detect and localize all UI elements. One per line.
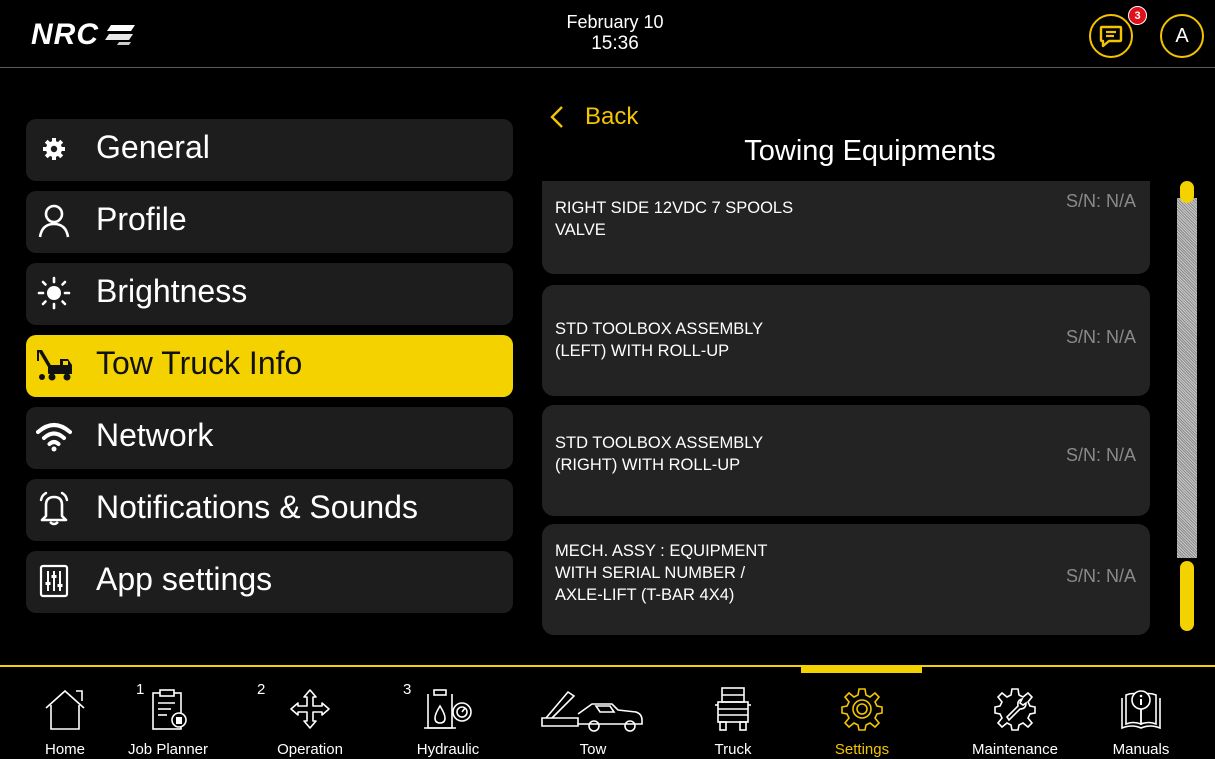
messages-badge: 3 (1128, 6, 1147, 25)
scrollbar-track[interactable] (1177, 198, 1197, 558)
manuals-icon (1113, 684, 1169, 734)
scrollbar-top-cap[interactable] (1180, 181, 1194, 203)
nav-shortcut-number: 2 (257, 681, 266, 698)
serial-number: S/N: N/A (1065, 445, 1136, 465)
back-button[interactable]: Back (547, 102, 638, 132)
maintenance-icon (987, 684, 1043, 734)
move-arrows-icon (282, 684, 338, 734)
logo-mark-icon (105, 25, 135, 45)
current-date: February 10 (566, 12, 664, 32)
nav-label: Maintenance (972, 741, 1058, 758)
menu-item-profile[interactable]: Profile (26, 191, 513, 253)
nav-label: Home (44, 741, 85, 758)
menu-item-label: Network (96, 417, 214, 453)
equipment-name-line: (LEFT) WITH ROLL-UP (555, 342, 730, 360)
nav-hydraulic[interactable]: 3 Hydraulic (398, 667, 498, 759)
back-label: Back (585, 103, 639, 130)
menu-item-app-settings[interactable]: App settings (26, 551, 513, 613)
page-title: Towing Equipments (744, 135, 996, 167)
person-icon (32, 199, 76, 243)
menu-item-label: Tow Truck Info (96, 345, 303, 381)
equipment-name-line: VALVE (555, 221, 606, 239)
equipment-name-line: RIGHT SIDE 12VDC 7 SPOOLS (555, 199, 794, 217)
nav-label: Truck (714, 741, 752, 758)
menu-item-label: Profile (96, 201, 187, 237)
messages-button[interactable] (1089, 14, 1133, 58)
menu-item-network[interactable]: Network (26, 407, 513, 469)
equipment-name-line: WITH SERIAL NUMBER / (555, 564, 746, 582)
nav-job-planner[interactable]: 1 Job Planner (126, 667, 210, 759)
nrc-logo: NRC (31, 18, 137, 51)
serial-number: S/N: N/A (1065, 327, 1136, 347)
date-time: February 10 15:36 (560, 11, 670, 55)
bottom-nav: Home 1 Job Planner 2 Operation 3 Hydraul… (0, 667, 1215, 759)
nav-settings[interactable]: Settings (822, 667, 902, 759)
nav-shortcut-number: 3 (403, 681, 412, 698)
list-item[interactable]: STD TOOLBOX ASSEMBLY (RIGHT) WITH ROLL-U… (542, 405, 1150, 516)
hydraulic-icon (420, 684, 476, 734)
nav-label: Hydraulic (416, 741, 480, 758)
sliders-icon (32, 559, 76, 603)
avatar[interactable]: A (1160, 14, 1204, 58)
chevron-left-icon (550, 106, 563, 128)
equipment-name-line: AXLE-LIFT (T-BAR 4X4) (555, 586, 735, 604)
home-icon (37, 684, 93, 734)
tow-truck-icon (32, 343, 76, 387)
job-planner-icon (140, 684, 196, 734)
tow-icon (538, 684, 648, 734)
menu-item-notifications-sounds[interactable]: Notifications & Sounds (26, 479, 513, 541)
list-item[interactable]: STD TOOLBOX ASSEMBLY (LEFT) WITH ROLL-UP… (542, 285, 1150, 396)
nav-label: Settings (834, 741, 890, 758)
nav-label: Job Planner (127, 741, 209, 758)
nav-label: Manuals (1112, 741, 1170, 758)
equipment-name-line: STD TOOLBOX ASSEMBLY (555, 434, 764, 452)
nav-label: Tow (579, 741, 607, 758)
chat-icon (1099, 25, 1123, 48)
logo-text: NRC (31, 18, 99, 51)
menu-item-label: Brightness (96, 273, 248, 309)
nav-maintenance[interactable]: Maintenance (965, 667, 1065, 759)
nav-label: Operation (277, 741, 343, 758)
scrollbar-thumb[interactable] (1180, 561, 1194, 631)
nav-home[interactable]: Home (30, 667, 100, 759)
list-item[interactable]: MECH. ASSY : EQUIPMENT WITH SERIAL NUMBE… (542, 524, 1150, 635)
menu-item-label: App settings (96, 561, 273, 597)
nav-manuals[interactable]: Manuals (1106, 667, 1176, 759)
equipment-name-line: (RIGHT) WITH ROLL-UP (555, 456, 741, 474)
equipment-name-line: STD TOOLBOX ASSEMBLY (555, 320, 764, 338)
settings-gear-icon (834, 684, 890, 734)
nav-truck[interactable]: Truck (703, 667, 763, 759)
serial-number: S/N: N/A (1065, 566, 1136, 586)
menu-item-label: General (96, 129, 210, 165)
nav-tow[interactable]: Tow (538, 667, 648, 759)
list-item[interactable]: RIGHT SIDE 12VDC 7 SPOOLS VALVE S/N: N/A (542, 181, 1150, 274)
nav-operation[interactable]: 2 Operation (250, 667, 370, 759)
bell-icon (32, 487, 76, 531)
menu-item-tow-truck-info[interactable]: Tow Truck Info (26, 335, 513, 397)
gear-icon (32, 127, 76, 171)
sun-icon (32, 271, 76, 315)
settings-menu: General Profile Brightness Tow Truck Inf… (26, 119, 513, 623)
top-bar: NRC February 10 15:36 3 A (0, 0, 1215, 68)
menu-item-general[interactable]: General (26, 119, 513, 181)
equipment-name-line: MECH. ASSY : EQUIPMENT (555, 542, 768, 560)
menu-item-brightness[interactable]: Brightness (26, 263, 513, 325)
equipment-list[interactable]: RIGHT SIDE 12VDC 7 SPOOLS VALVE S/N: N/A… (542, 181, 1150, 641)
menu-item-label: Notifications & Sounds (96, 489, 418, 525)
current-time: 15:36 (591, 33, 639, 54)
serial-number: S/N: N/A (1065, 191, 1136, 211)
wifi-icon (32, 415, 76, 459)
truck-icon (705, 684, 761, 734)
